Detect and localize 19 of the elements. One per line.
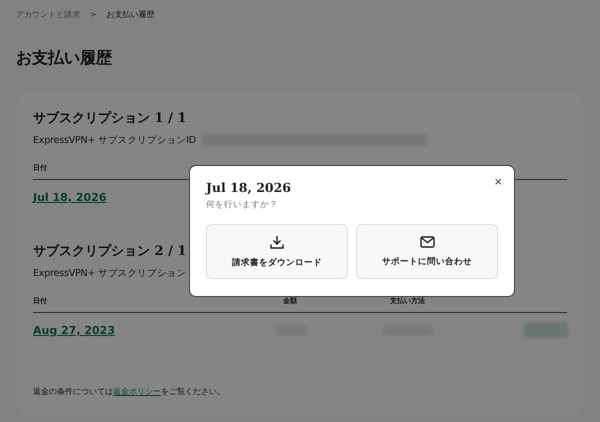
mail-icon (420, 236, 434, 248)
subscription-heading: サブスクリプション 2 / 1 (33, 242, 186, 260)
refund-note: 返金の条件については返金ポリシーをご覧ください。 (33, 386, 226, 397)
subscription-heading: サブスクリプション 1 / 1 (33, 110, 186, 127)
subscription-id-label: ExpressVPN+ サブスクリプションID (33, 134, 196, 146)
breadcrumb-item: お支払い履歴 (106, 8, 155, 20)
download-invoice-button[interactable]: 請求書をダウンロード (206, 224, 348, 279)
close-button[interactable]: × (492, 174, 504, 189)
dialog-prompt: 何を行いますか？ (206, 199, 279, 211)
date-link[interactable]: Aug 27, 2023 (33, 324, 115, 336)
date-link[interactable]: Jul 18, 2026 (33, 190, 106, 204)
refund-policy-link[interactable]: 返金ポリシー (113, 387, 161, 396)
breadcrumb-item[interactable]: アカウントと請求 (16, 8, 80, 20)
dialog-title: Jul 18, 2026 (206, 180, 292, 195)
download-icon (270, 234, 284, 248)
breadcrumb-separator: > (90, 10, 97, 18)
contact-support-button[interactable]: サポートに問い合わせ (356, 224, 498, 279)
page-title: お支払い履歴 (16, 48, 113, 69)
subscription-id-label: ExpressVPN+ サブスクリプション (33, 266, 186, 280)
